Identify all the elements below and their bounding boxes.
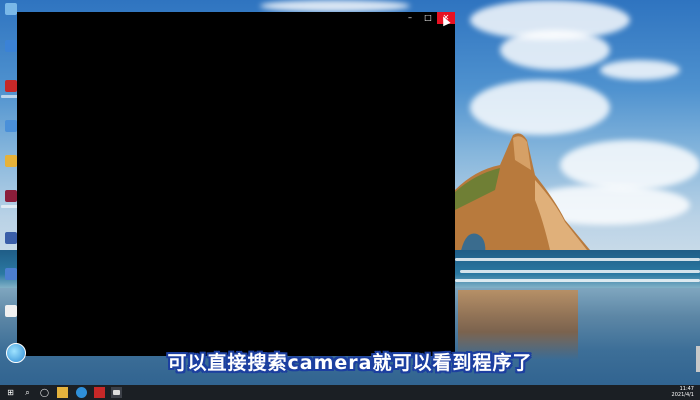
desktop-icon[interactable] [5,232,17,244]
cloud [260,0,410,12]
start-icon[interactable]: ⊞ [5,387,16,398]
cloud [600,60,680,80]
camera-icon [113,390,120,395]
desktop-icon[interactable] [5,3,17,15]
minimize-button[interactable]: – [401,12,419,24]
wave [455,279,700,282]
sea-arch-rock [455,133,590,255]
taskbar: ⊞ ⌕ ◯ 11:47 2021/4/1 [0,385,700,400]
maximize-button[interactable]: □ [419,12,437,24]
video-subtitle: 可以直接搜索camera就可以看到程序了 [167,352,533,374]
camera-app-taskbar-icon[interactable] [111,387,122,398]
cloud [500,30,610,70]
search-icon[interactable]: ⌕ [22,387,33,398]
window-titlebar[interactable]: – □ ✕ [17,12,455,24]
wave [460,270,700,273]
desktop-icon[interactable] [5,80,17,92]
task-view-icon[interactable]: ◯ [39,387,50,398]
desktop-icon[interactable] [5,40,17,52]
desktop-icon[interactable] [5,268,17,280]
cloud [470,80,610,135]
camera-app-window[interactable]: – □ ✕ [17,12,455,356]
desktop-icon[interactable] [5,305,17,317]
desktop-icon[interactable] [5,155,17,167]
side-scrollbar[interactable] [696,346,700,372]
edge-browser-icon[interactable] [76,387,87,398]
file-explorer-icon[interactable] [57,387,68,398]
system-clock[interactable]: 11:47 2021/4/1 [672,386,694,398]
desktop-icon[interactable] [5,190,17,202]
wave [455,258,700,261]
camera-preview-area [17,24,455,356]
desktop-icon[interactable] [5,120,17,132]
wps-icon[interactable] [94,387,105,398]
clock-date: 2021/4/1 [671,392,694,398]
